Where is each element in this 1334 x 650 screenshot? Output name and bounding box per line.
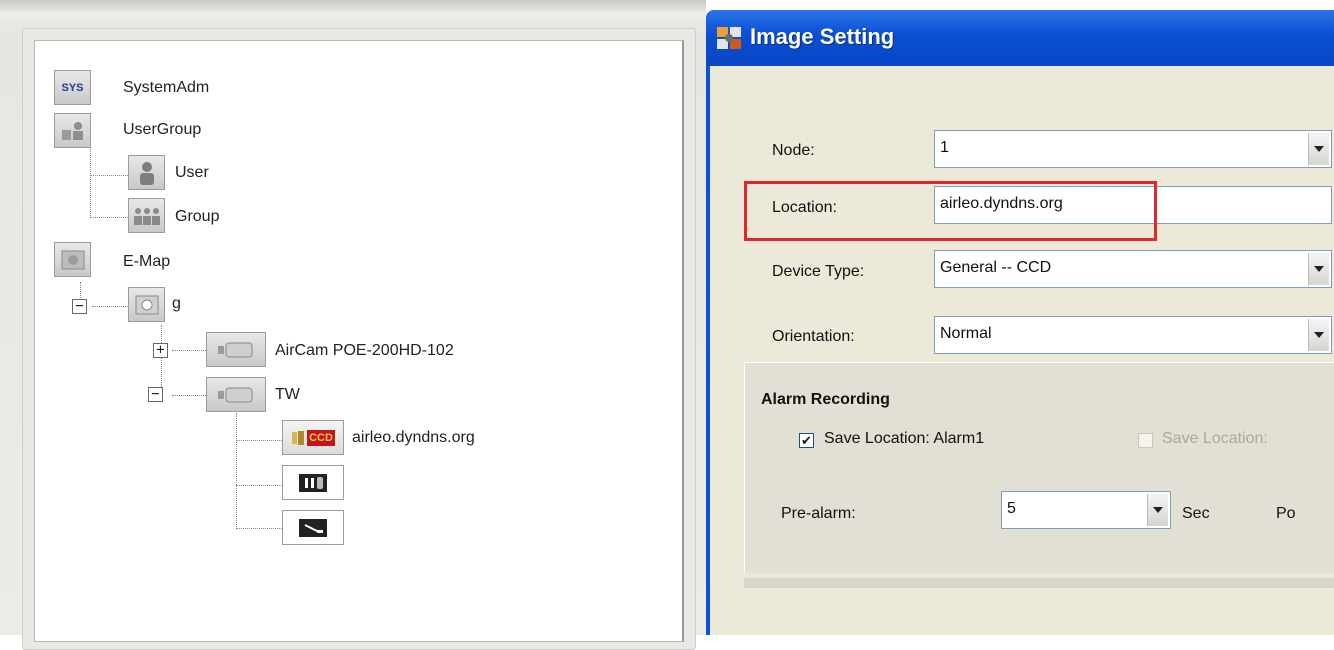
tree-connector bbox=[236, 440, 282, 441]
chevron-down-icon[interactable] bbox=[1147, 494, 1168, 526]
pre-alarm-label: Pre-alarm: bbox=[781, 505, 856, 522]
dialog-body: Node: 1 Location: airleo.dyndns.org Devi… bbox=[710, 66, 1334, 635]
image-setting-dialog: Image Setting Node: 1 Location: airleo.d… bbox=[706, 10, 1334, 635]
pre-alarm-unit: Sec bbox=[1182, 505, 1210, 522]
node-select[interactable]: 1 bbox=[934, 130, 1332, 168]
ccd-camera-icon[interactable]: CCD bbox=[282, 420, 344, 455]
tree-connector bbox=[92, 306, 128, 307]
user-group-icon[interactable] bbox=[54, 113, 91, 148]
switch-icon[interactable] bbox=[282, 510, 344, 545]
node-label: Node: bbox=[772, 142, 815, 159]
tree-connector bbox=[90, 175, 128, 176]
chevron-down-icon[interactable] bbox=[1308, 133, 1329, 165]
tree-item-emap[interactable]: E-Map bbox=[123, 253, 170, 271]
tree-connector bbox=[236, 485, 282, 486]
orientation-label: Orientation: bbox=[772, 328, 855, 345]
tree-connector bbox=[236, 413, 237, 529]
save-location-alarm1-label[interactable]: Save Location: Alarm1 bbox=[824, 430, 984, 448]
tree-item-tw[interactable]: TW bbox=[275, 386, 300, 404]
user-icon[interactable] bbox=[128, 155, 165, 190]
tree-item-systemadm[interactable]: SystemAdm bbox=[123, 79, 209, 97]
tree-connector bbox=[90, 217, 128, 218]
tree-item-g[interactable]: g bbox=[172, 295, 181, 313]
next-group-edge bbox=[744, 578, 1334, 588]
tree-item-airleo[interactable]: airleo.dyndns.org bbox=[352, 429, 475, 447]
device-type-label: Device Type: bbox=[772, 263, 865, 280]
sys-icon[interactable]: SYS bbox=[54, 70, 91, 105]
pre-alarm-value: 5 bbox=[1007, 500, 1016, 517]
tree-connector bbox=[172, 395, 206, 396]
device-type-select[interactable]: General -- CCD bbox=[934, 250, 1332, 288]
node-value: 1 bbox=[940, 139, 949, 156]
alarm-recording-title: Alarm Recording bbox=[761, 391, 890, 408]
save-location-2-checkbox[interactable] bbox=[1138, 433, 1153, 448]
ccd-badge: CCD bbox=[307, 429, 335, 446]
location-highlight-box bbox=[744, 181, 1157, 241]
camera-icon[interactable] bbox=[206, 332, 266, 367]
dialog-title: Image Setting bbox=[750, 24, 895, 49]
device-type-value: General -- CCD bbox=[940, 259, 1052, 276]
io-device-icon[interactable] bbox=[282, 465, 344, 500]
group-icon[interactable] bbox=[128, 198, 165, 233]
tree-item-aircam[interactable]: AirCam POE-200HD-102 bbox=[275, 342, 454, 360]
tree-item-user[interactable]: User bbox=[175, 164, 209, 182]
emap-icon[interactable] bbox=[54, 242, 91, 277]
tree-connector bbox=[236, 528, 282, 529]
sys-icon-text: SYS bbox=[61, 81, 84, 94]
collapse-g-toggle[interactable]: − bbox=[72, 299, 87, 314]
orientation-select[interactable]: Normal bbox=[934, 316, 1332, 354]
chevron-down-icon[interactable] bbox=[1308, 253, 1329, 285]
save-location-2-label: Save Location: bbox=[1162, 430, 1268, 447]
map-icon[interactable] bbox=[128, 287, 165, 322]
post-alarm-label-partial: Po bbox=[1276, 505, 1296, 522]
camera-icon[interactable] bbox=[206, 377, 266, 412]
collapse-tw-toggle[interactable]: − bbox=[148, 387, 163, 402]
tree-item-usergroup[interactable]: UserGroup bbox=[123, 121, 201, 139]
top-shadow-bar bbox=[0, 0, 706, 12]
pre-alarm-select[interactable]: 5 bbox=[1001, 491, 1171, 529]
left-panel-frame bbox=[0, 0, 706, 650]
tree-connector bbox=[172, 350, 206, 351]
settings-app-icon bbox=[717, 27, 741, 49]
dialog-titlebar[interactable]: Image Setting bbox=[706, 10, 1334, 66]
save-location-alarm1-checkbox[interactable]: ✔ bbox=[799, 433, 814, 448]
alarm-recording-group: Alarm Recording ✔ Save Location: Alarm1 … bbox=[744, 362, 1334, 573]
chevron-down-icon[interactable] bbox=[1308, 319, 1329, 351]
tree-item-group[interactable]: Group bbox=[175, 208, 219, 226]
expand-aircam-toggle[interactable]: + bbox=[153, 343, 168, 358]
orientation-value: Normal bbox=[940, 325, 992, 342]
